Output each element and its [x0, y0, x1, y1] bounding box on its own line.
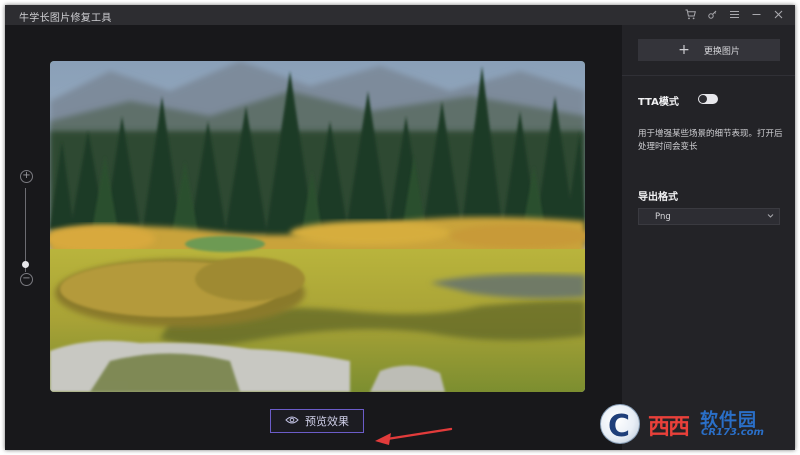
tta-mode-toggle[interactable] [698, 94, 718, 104]
export-format-value: Png [655, 212, 671, 222]
zoom-out-button[interactable]: − [20, 273, 33, 286]
window-title: 牛学长图片修复工具 [19, 13, 112, 24]
title-bar: 牛学长图片修复工具 [5, 5, 795, 25]
watermark-logo-letter: C [608, 409, 631, 444]
toggle-knob [699, 95, 707, 103]
cart-icon[interactable] [683, 7, 697, 22]
change-image-label: 更换图片 [703, 46, 740, 57]
annotation-arrow [375, 427, 453, 445]
watermark-logo-circle: C [600, 404, 640, 444]
watermark-url: CR173.com [701, 427, 764, 438]
eye-icon [285, 415, 299, 428]
export-format-label: 导出格式 [638, 192, 678, 203]
zoom-slider-handle[interactable] [22, 261, 29, 268]
tta-description: 用于增强某些场景的细节表现。打开后处理时间会变长 [638, 129, 783, 152]
app-window: 牛学长图片修复工具 + − 预览效果 + 更换图片 TTA模式 用于增强某些场景… [5, 5, 795, 450]
zoom-slider-track[interactable] [25, 188, 26, 272]
settings-panel: + 更换图片 TTA模式 用于增强某些场景的细节表现。打开后处理时间会变长 导出… [622, 25, 795, 450]
change-image-button[interactable]: + 更换图片 [638, 39, 780, 61]
close-icon[interactable] [771, 7, 785, 22]
landscape-photo [50, 61, 585, 392]
plus-icon: + [678, 42, 690, 58]
key-icon[interactable] [705, 7, 719, 22]
site-watermark: C 西西 软件园 CR173.com [600, 404, 780, 444]
zoom-in-button[interactable]: + [20, 170, 33, 183]
preview-button[interactable]: 预览效果 [270, 409, 364, 433]
minimize-icon[interactable] [749, 7, 763, 22]
window-controls [683, 7, 785, 22]
preview-button-label: 预览效果 [305, 415, 349, 428]
panel-divider [622, 75, 795, 76]
menu-icon[interactable] [727, 7, 741, 22]
tta-mode-label: TTA模式 [638, 97, 679, 108]
image-canvas: + − 预览效果 [5, 25, 622, 450]
watermark-brand-red: 西西 [648, 415, 690, 440]
zoom-control: + − [19, 170, 33, 300]
export-format-select[interactable]: Png [638, 208, 780, 225]
chevron-down-icon [767, 212, 774, 222]
